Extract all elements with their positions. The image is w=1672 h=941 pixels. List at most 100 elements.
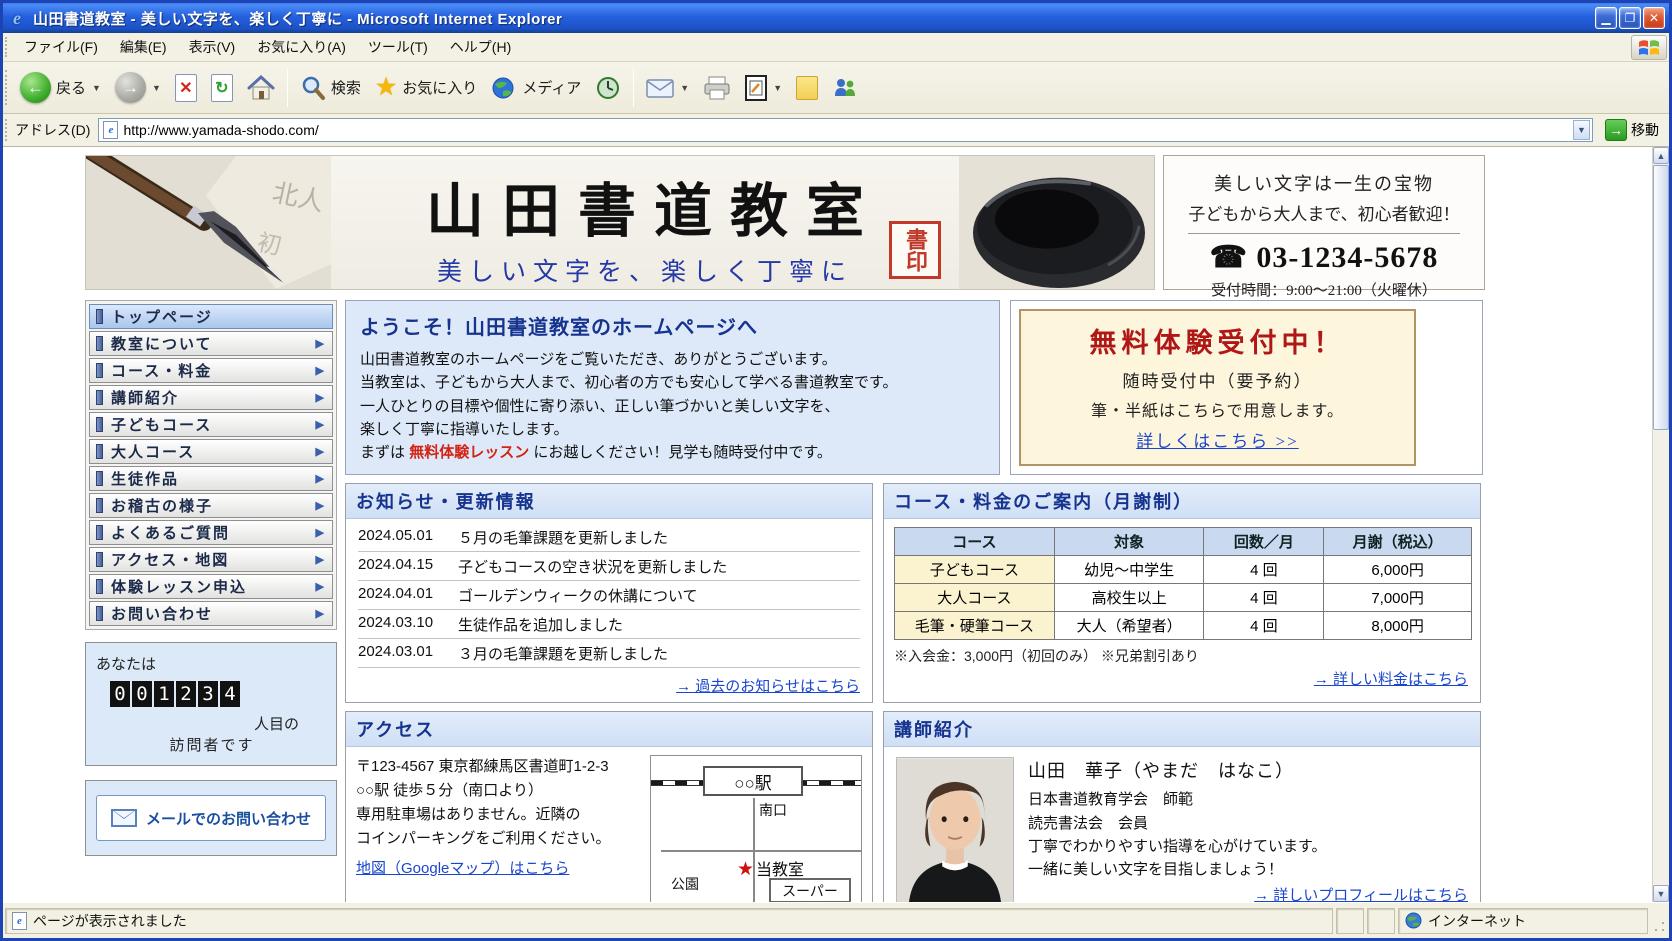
sidebar-nav-item[interactable]: 講師紹介 ▶: [89, 385, 333, 410]
nav-arrow-icon: ▶: [316, 607, 326, 620]
mail-contact-button[interactable]: メールでのお問い合わせ: [96, 795, 326, 841]
nav-item-label: 大人コース: [111, 441, 316, 462]
stop-icon: ✕: [175, 74, 197, 102]
search-button[interactable]: 検索: [293, 72, 368, 104]
sidebar-nav-item[interactable]: 生徒作品 ▶: [89, 466, 333, 491]
back-button[interactable]: ← 戻る ▼: [13, 69, 108, 106]
nav-item-label: 教室について: [111, 333, 316, 354]
sidebar-nav-item[interactable]: 子どもコース ▶: [89, 412, 333, 437]
scrollbar-track[interactable]: [1653, 431, 1669, 885]
favorites-button[interactable]: ★ お気に入り: [368, 72, 484, 103]
edit-button[interactable]: ▼: [738, 72, 789, 104]
scrollbar-thumb[interactable]: [1653, 165, 1669, 430]
close-button[interactable]: ✕: [1643, 7, 1665, 29]
welcome-line: 当教室は、子どもから大人まで、初心者の方でも安心して学べる書道教室です。: [360, 371, 985, 394]
map-station-label: ○○駅: [703, 766, 803, 796]
map-park-label: 公園: [671, 874, 699, 894]
mail-button-toolbar[interactable]: ▼: [639, 74, 696, 102]
history-button[interactable]: [588, 72, 628, 104]
go-button[interactable]: → 移動: [1599, 117, 1665, 143]
news-item: 2024.03.01 ３月の毛筆課題を更新しました: [358, 639, 860, 668]
news-text: 生徒作品を追加しました: [458, 614, 623, 635]
home-button[interactable]: [240, 72, 282, 104]
counter-digits: 001234: [110, 681, 328, 707]
nav-bullet-icon: [96, 390, 103, 405]
stop-button[interactable]: ✕: [168, 71, 204, 105]
sidebar-nav-item[interactable]: トップページ ▶: [89, 304, 333, 329]
news-archive-link[interactable]: → 過去のお知らせはこちら: [676, 678, 860, 695]
inkstone-photo: [959, 156, 1154, 289]
messenger-button[interactable]: [825, 73, 865, 103]
edit-dropdown-icon[interactable]: ▼: [773, 83, 782, 93]
page-viewport: 北人 初 山田書道教室 美しい文字を、楽しく丁寧に 書印: [3, 147, 1669, 902]
vertical-scrollbar[interactable]: ▲ ▼: [1652, 147, 1669, 902]
nav-bullet-icon: [96, 363, 103, 378]
nav-arrow-icon: ▶: [316, 580, 326, 593]
menu-favorites[interactable]: お気に入り(A): [246, 33, 357, 61]
internet-zone-globe-icon: [1405, 912, 1422, 929]
menu-edit[interactable]: 編集(E): [109, 33, 178, 61]
sidebar-nav-item[interactable]: お問い合わせ ▶: [89, 601, 333, 626]
forward-button[interactable]: → ▼: [108, 69, 168, 106]
nav-bullet-icon: [96, 579, 103, 594]
back-dropdown-icon[interactable]: ▼: [92, 83, 101, 93]
news-item: 2024.03.10 生徒作品を追加しました: [358, 610, 860, 639]
print-button[interactable]: [696, 72, 738, 104]
menu-help[interactable]: ヘルプ(H): [439, 33, 522, 61]
mail-contact-box: メールでのお問い合わせ: [85, 780, 337, 856]
map-south-exit-label: 南口: [759, 800, 787, 820]
sidebar-nav-item[interactable]: 教室について ▶: [89, 331, 333, 356]
status-bar: e ページが表示されました インターネット: [3, 902, 1669, 938]
teacher-profile-link[interactable]: → 詳しいプロフィールはこちら: [1254, 887, 1468, 902]
calligraphy-seal: 書印: [889, 221, 941, 279]
discuss-button[interactable]: [789, 73, 825, 103]
address-dropdown-icon[interactable]: ▼: [1573, 120, 1590, 140]
main-content: ようこそ！山田書道教室のホームページへ 山田書道教室のホームページをご覧いただき…: [345, 300, 1485, 902]
menu-tools[interactable]: ツール(T): [357, 33, 439, 61]
refresh-button[interactable]: ↻: [204, 71, 240, 105]
nav-arrow-icon: ▶: [316, 445, 326, 458]
menu-grip[interactable]: [5, 37, 9, 57]
address-input[interactable]: e http://www.yamada-shodo.com/ ▼: [98, 118, 1593, 142]
nav-bullet-icon: [96, 471, 103, 486]
menu-view[interactable]: 表示(V): [178, 33, 247, 61]
teacher-profile-line: 日本書道教育学会 師範: [1028, 788, 1468, 811]
teacher-profile-line: 一緒に美しい文字を目指しましょう！: [1028, 858, 1468, 881]
course-times: 4 回: [1204, 584, 1324, 612]
sidebar-nav-item[interactable]: お稽古の様子 ▶: [89, 493, 333, 518]
sidebar-nav-item[interactable]: コース・料金 ▶: [89, 358, 333, 383]
resize-grip[interactable]: [1651, 908, 1667, 934]
sidebar-nav-item[interactable]: よくあるご質問 ▶: [89, 520, 333, 545]
forward-dropdown-icon[interactable]: ▼: [152, 83, 161, 93]
maximize-button[interactable]: ❐: [1619, 7, 1641, 29]
media-button[interactable]: メディア: [484, 72, 588, 104]
site-banner: 北人 初 山田書道教室 美しい文字を、楽しく丁寧に 書印: [85, 155, 1155, 290]
minimize-button[interactable]: ▁: [1595, 7, 1617, 29]
favorites-label: お気に入り: [402, 77, 477, 98]
menu-file[interactable]: ファイル(F): [13, 33, 109, 61]
ie-logo-icon: e: [7, 8, 27, 28]
browser-window: e 山田書道教室 - 美しい文字を、楽しく丁寧に - Microsoft Int…: [0, 0, 1672, 941]
access-box: アクセス 〒123-4567 東京都練馬区書道町1-2-3○○駅 徒歩５分（南口…: [345, 711, 873, 902]
sidebar-nav-item[interactable]: 大人コース ▶: [89, 439, 333, 464]
course-row: 大人コース 高校生以上 4 回 7,000円: [895, 584, 1472, 612]
map-road-horizontal: [661, 850, 861, 852]
title-bar[interactable]: e 山田書道教室 - 美しい文字を、楽しく丁寧に - Microsoft Int…: [3, 3, 1669, 33]
mail-dropdown-icon[interactable]: ▼: [680, 83, 689, 93]
scroll-up-icon[interactable]: ▲: [1653, 147, 1669, 164]
sidebar-nav-item[interactable]: 体験レッスン申込 ▶: [89, 574, 333, 599]
toolbar-grip[interactable]: [5, 70, 9, 106]
nav-arrow-icon: ▶: [316, 337, 326, 350]
scroll-down-icon[interactable]: ▼: [1653, 885, 1669, 902]
internet-zone-label: インターネット: [1428, 911, 1526, 931]
promo-detail-link[interactable]: 詳しくはこちら >>: [1136, 427, 1298, 452]
address-url[interactable]: http://www.yamada-shodo.com/: [123, 122, 1573, 138]
nav-arrow-icon: ▶: [316, 391, 326, 404]
address-grip[interactable]: [5, 119, 9, 141]
courses-detail-link[interactable]: → 詳しい料金はこちら: [1314, 671, 1468, 688]
courses-title: コース・料金のご案内（月謝制）: [884, 484, 1480, 519]
page-icon: e: [103, 121, 118, 139]
counter-digit: 0: [110, 681, 130, 707]
google-map-link[interactable]: 地図（Googleマップ）はこちら: [356, 857, 569, 881]
sidebar-nav-item[interactable]: アクセス・地図 ▶: [89, 547, 333, 572]
